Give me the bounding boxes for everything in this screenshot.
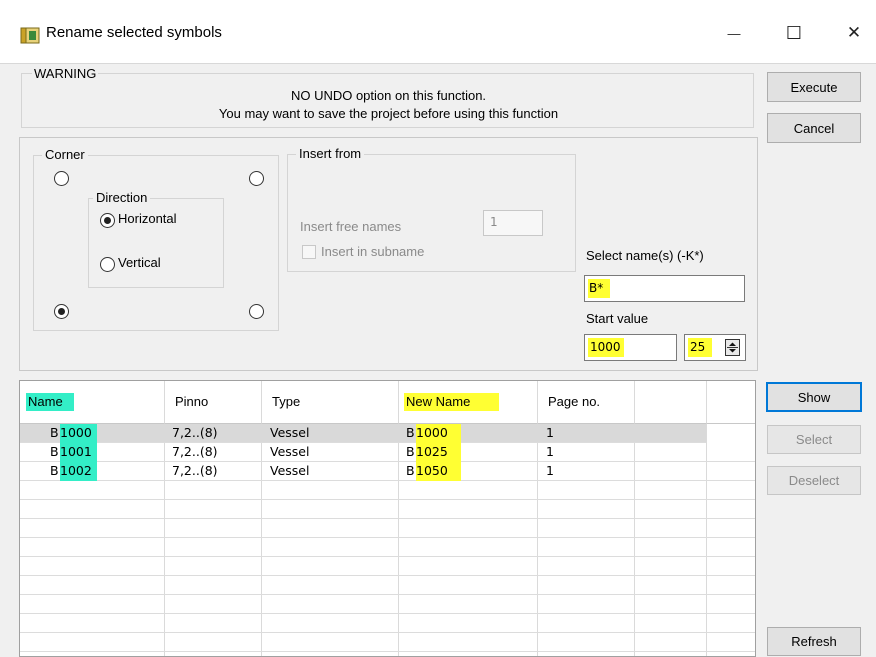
spinner-arrows-icon[interactable] — [725, 339, 740, 356]
maximize-icon: ☐ — [785, 22, 803, 43]
start-value-value: 1000 — [588, 338, 624, 357]
warning-box: WARNING NO UNDO option on this function.… — [21, 66, 754, 128]
options-panel: Corner Direction Horizontal Vertical Ins… — [19, 137, 758, 371]
insert-free-names-field[interactable]: 1 — [483, 210, 543, 236]
row-type: Vessel — [270, 444, 310, 459]
empty-row — [20, 519, 755, 538]
title-bar[interactable]: Rename selected symbols — ☐ ✕ — [0, 0, 876, 64]
insert-from-group: Insert from Insert free names 1 Insert i… — [287, 146, 576, 272]
symbols-table[interactable]: Name Pinno Type New Name Page no. B 1000… — [19, 380, 756, 657]
row-name-number: 1000 — [60, 424, 97, 443]
insert-in-subname-checkbox[interactable] — [302, 245, 316, 259]
row-page-no: 1 — [546, 444, 554, 459]
row-type: Vessel — [270, 425, 310, 440]
row-page-no: 1 — [546, 463, 554, 478]
row-type: Vessel — [270, 463, 310, 478]
vertical-label[interactable]: Vertical — [118, 255, 161, 270]
warning-title: WARNING — [32, 66, 99, 81]
window-title: Rename selected symbols — [46, 24, 222, 41]
column-header-empty — [635, 381, 707, 424]
minimize-button[interactable]: — — [714, 18, 754, 48]
row-new-name-prefix: B — [406, 463, 415, 478]
empty-row — [20, 633, 755, 652]
column-header-type[interactable]: Type — [262, 381, 399, 424]
corner-group: Corner Direction Horizontal Vertical — [33, 147, 279, 331]
row-name-prefix: B — [50, 463, 59, 478]
maximize-button[interactable]: ☐ — [774, 18, 814, 48]
direction-group: Direction Horizontal Vertical — [88, 190, 224, 288]
table-row[interactable]: B 1000 7,2..(8) Vessel B 1000 1 — [20, 424, 706, 443]
horizontal-label[interactable]: Horizontal — [118, 211, 177, 226]
insert-from-title: Insert from — [296, 146, 365, 162]
column-header-new-name-label: New Name — [404, 393, 499, 411]
row-new-name-prefix: B — [406, 425, 415, 440]
warning-line-1: NO UNDO option on this function. — [290, 88, 487, 103]
deselect-button[interactable]: Deselect — [767, 466, 861, 495]
column-header-page-no[interactable]: Page no. — [538, 381, 635, 424]
row-pinno: 7,2..(8) — [172, 463, 218, 478]
step-spinner[interactable]: 25 — [684, 334, 746, 361]
empty-row — [20, 500, 755, 519]
show-button[interactable]: Show — [766, 382, 862, 412]
warning-line-2: You may want to save the project before … — [218, 106, 559, 121]
row-new-name-number: 1025 — [416, 443, 461, 462]
start-value-label: Start value — [586, 311, 649, 326]
empty-row — [20, 557, 755, 576]
refresh-button[interactable]: Refresh — [767, 627, 861, 656]
row-page-no: 1 — [546, 425, 554, 440]
select-names-value: B* — [588, 279, 610, 298]
select-button[interactable]: Select — [767, 425, 861, 454]
row-name-prefix: B — [50, 425, 59, 440]
start-value-input[interactable]: 1000 — [584, 334, 677, 361]
column-header-page-no-label: Page no. — [548, 394, 601, 409]
select-names-input[interactable]: B* — [584, 275, 745, 302]
row-new-name-number: 1050 — [416, 462, 461, 481]
cancel-button[interactable]: Cancel — [767, 113, 861, 143]
column-header-type-label: Type — [272, 394, 301, 409]
row-name-prefix: B — [50, 444, 59, 459]
empty-row — [20, 595, 755, 614]
row-new-name-prefix: B — [406, 444, 415, 459]
corner-bottom-left-radio[interactable] — [54, 304, 69, 319]
folder-app-icon — [20, 27, 40, 44]
column-header-pinno-label: Pinno — [175, 394, 209, 409]
direction-title: Direction — [93, 190, 151, 206]
column-header-new-name[interactable]: New Name — [399, 381, 538, 424]
close-button[interactable]: ✕ — [834, 18, 874, 48]
column-header-name[interactable]: Name — [20, 381, 165, 424]
insert-in-subname-label: Insert in subname — [321, 244, 425, 259]
close-icon: ✕ — [846, 23, 862, 42]
horizontal-radio[interactable] — [100, 213, 115, 228]
corner-title: Corner — [42, 147, 88, 163]
corner-top-left-radio[interactable] — [54, 171, 69, 186]
execute-button[interactable]: Execute — [767, 72, 861, 102]
table-row[interactable]: B 1001 7,2..(8) Vessel B 1025 1 — [20, 443, 755, 462]
corner-top-right-radio[interactable] — [249, 171, 264, 186]
column-header-pinno[interactable]: Pinno — [165, 381, 262, 424]
column-header-name-label: Name — [26, 393, 74, 411]
minimize-icon: — — [727, 25, 741, 41]
row-name-number: 1001 — [60, 443, 97, 462]
empty-row — [20, 576, 755, 595]
empty-row — [20, 538, 755, 557]
column-header-filler — [707, 381, 755, 424]
row-name-number: 1002 — [60, 462, 97, 481]
empty-row — [20, 481, 755, 500]
step-value: 25 — [688, 338, 712, 357]
row-new-name-number: 1000 — [416, 424, 461, 443]
vertical-radio[interactable] — [100, 257, 115, 272]
table-row[interactable]: B 1002 7,2..(8) Vessel B 1050 1 — [20, 462, 755, 481]
empty-row — [20, 614, 755, 633]
corner-bottom-right-radio[interactable] — [249, 304, 264, 319]
row-pinno: 7,2..(8) — [172, 444, 218, 459]
select-names-label: Select name(s) (-K*) — [586, 248, 704, 263]
insert-free-names-label: Insert free names — [300, 219, 402, 234]
row-pinno: 7,2..(8) — [172, 425, 218, 440]
